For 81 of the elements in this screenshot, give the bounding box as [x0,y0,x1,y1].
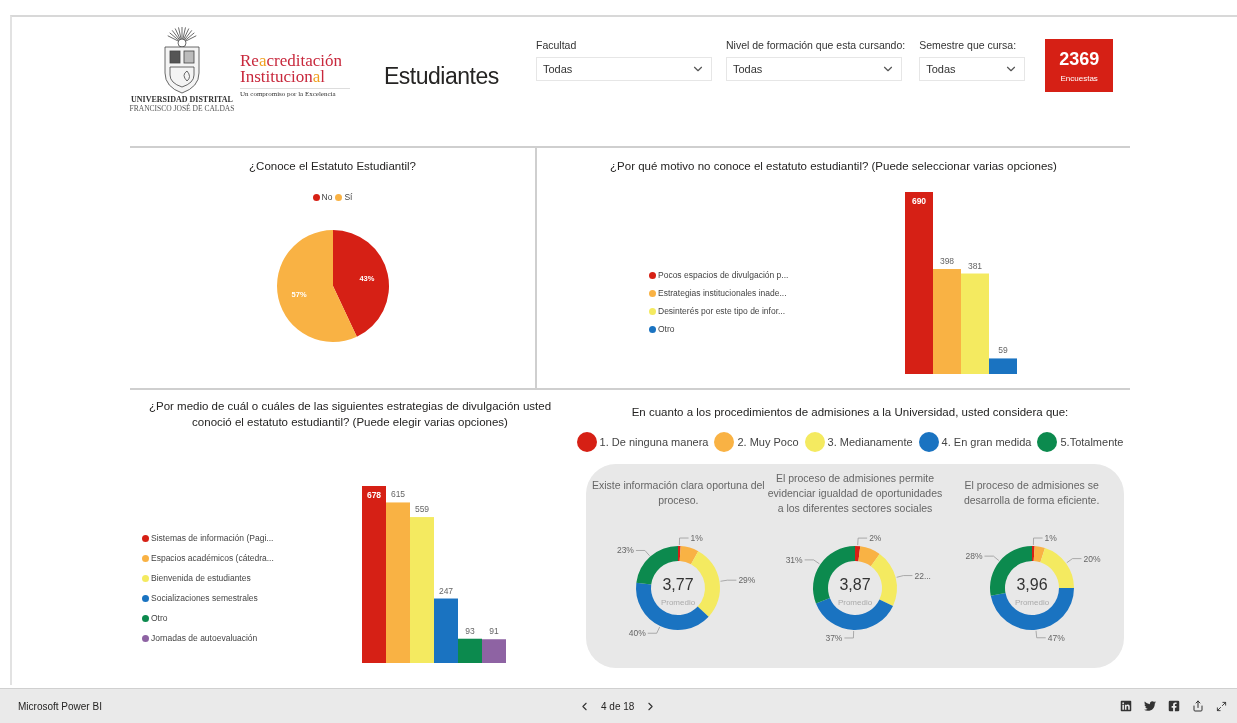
value-label: 398 [939,256,955,266]
legend-label: Bienvenida de estudiantes [151,573,251,583]
value-label: 247 [438,585,454,596]
value-label: 559 [414,504,430,515]
average-value: 3,87 [839,576,871,593]
value-label: 91 [489,626,499,637]
facebook-icon[interactable] [1168,700,1180,712]
slicer-dropdown[interactable]: Todas [726,57,902,81]
university-name: UNIVERSIDAD DISTRITAL [131,95,233,104]
value-label: 20% [1083,553,1101,564]
legend-label: Estrategias institucionales inade... [658,288,787,298]
leader-line [720,579,738,582]
average-value: 3,77 [662,576,694,593]
legend-label: No [321,192,333,202]
leader-line [1035,630,1046,639]
leader-line [896,575,913,578]
value-label: 93 [465,625,475,636]
value-label: 23% [617,545,635,556]
legend-label: Socializaciones semestrales [151,593,258,603]
slicer-label: Nivel de formación que esta cursando: [726,39,906,51]
chart-title: ¿Por qué motivo no conoce el estatuto estudiantil? (Puede seleccionar varias opciones) [610,159,1057,174]
legend-label: Otro [658,324,675,334]
leader-line [857,537,868,546]
chart-title: ¿Conoce el Estatuto Estudiantil? [249,159,416,174]
accreditation-logo-text: Reacreditación [240,53,343,69]
slicer-dropdown[interactable]: Todas [536,57,712,81]
value-label: 1% [1044,533,1057,543]
slicer-label: Facultad [536,39,578,51]
legend-label: Jornadas de autoevaluación [151,633,258,643]
leader-line [1066,558,1082,564]
donut-title: El proceso de admisiones permite evidenciar igualdad de oportunidades a los diferentes sectores sociales [767,470,943,516]
legend-label: 4. En gran medida [941,436,1032,448]
legend-label: Pocos espacios de divulgación p... [658,270,789,280]
leader-line [804,559,820,565]
page-indicator: 4 de 18 [601,700,635,712]
legend-label: 3. Medianamente [827,436,913,448]
value-label: 615 [390,489,406,500]
linkedin-icon[interactable] [1120,700,1132,712]
leader-line [1032,537,1043,546]
value-label: 59 [998,345,1008,356]
value-label: 28% [965,551,983,562]
value-label: 22... [914,570,931,581]
legend-label: Sistemas de información (Pagi... [151,533,274,543]
brand-name: Microsoft Power BI [18,700,103,712]
legend-label: Espacios académicos (cátedra... [151,553,274,563]
value-label: 381 [967,260,983,271]
slicer-dropdown[interactable]: Todas [919,57,1026,81]
value-label: 1% [690,533,704,543]
legend-label: Desinterés por este tipo de infor... [658,306,786,316]
donut-title: El proceso de admisiones se desarrolla de forma eficiente. [962,478,1101,508]
leader-line [844,630,855,639]
value-label: 690 [911,196,927,206]
expand-icon[interactable] [1216,700,1227,712]
legend-label: 5.Totalmente [1060,436,1124,448]
legend-label: Sí [344,192,353,202]
share-icon[interactable] [1192,700,1204,712]
bar [482,639,506,663]
legend-label: 2. Muy Poco [737,436,799,448]
chart-title: ¿Por medio de cuál o cuáles de las siguientes estrategias de divulgación usted conoció el estatuto estudiantil? (Puede elegir varias opciones) [147,399,553,430]
value-label: 2% [869,533,882,544]
leader-line [983,555,999,561]
value-label: 31% [785,554,803,565]
accreditation-logo-text: Institucional [240,69,326,85]
value-label: 47% [1047,632,1065,643]
leader-line [679,537,690,546]
chart-title: En cuanto a los procedimientos de admisiones a la Universidad, usted considera que: [631,405,1069,420]
leader-line [635,550,651,557]
donut-title: Existe información clara oportuna del proceso. [590,478,766,508]
value-label: 678 [366,490,382,500]
average-value: 3,96 [1016,576,1048,593]
value-label: 40% [629,628,647,639]
value-label: 37% [825,633,843,643]
legend-label: Otro [151,613,168,623]
kpi-label: Encuestas [1060,73,1098,83]
legend-label: 1. De ninguna manera [599,436,709,448]
value-label: 29% [738,575,756,586]
page-title: Estudiantes [384,63,500,90]
kpi-value: 2369 [1059,48,1100,70]
slicer-label: Semestre que cursa: [919,39,1018,51]
leader-line [647,626,661,634]
twitter-icon[interactable] [1144,700,1156,712]
